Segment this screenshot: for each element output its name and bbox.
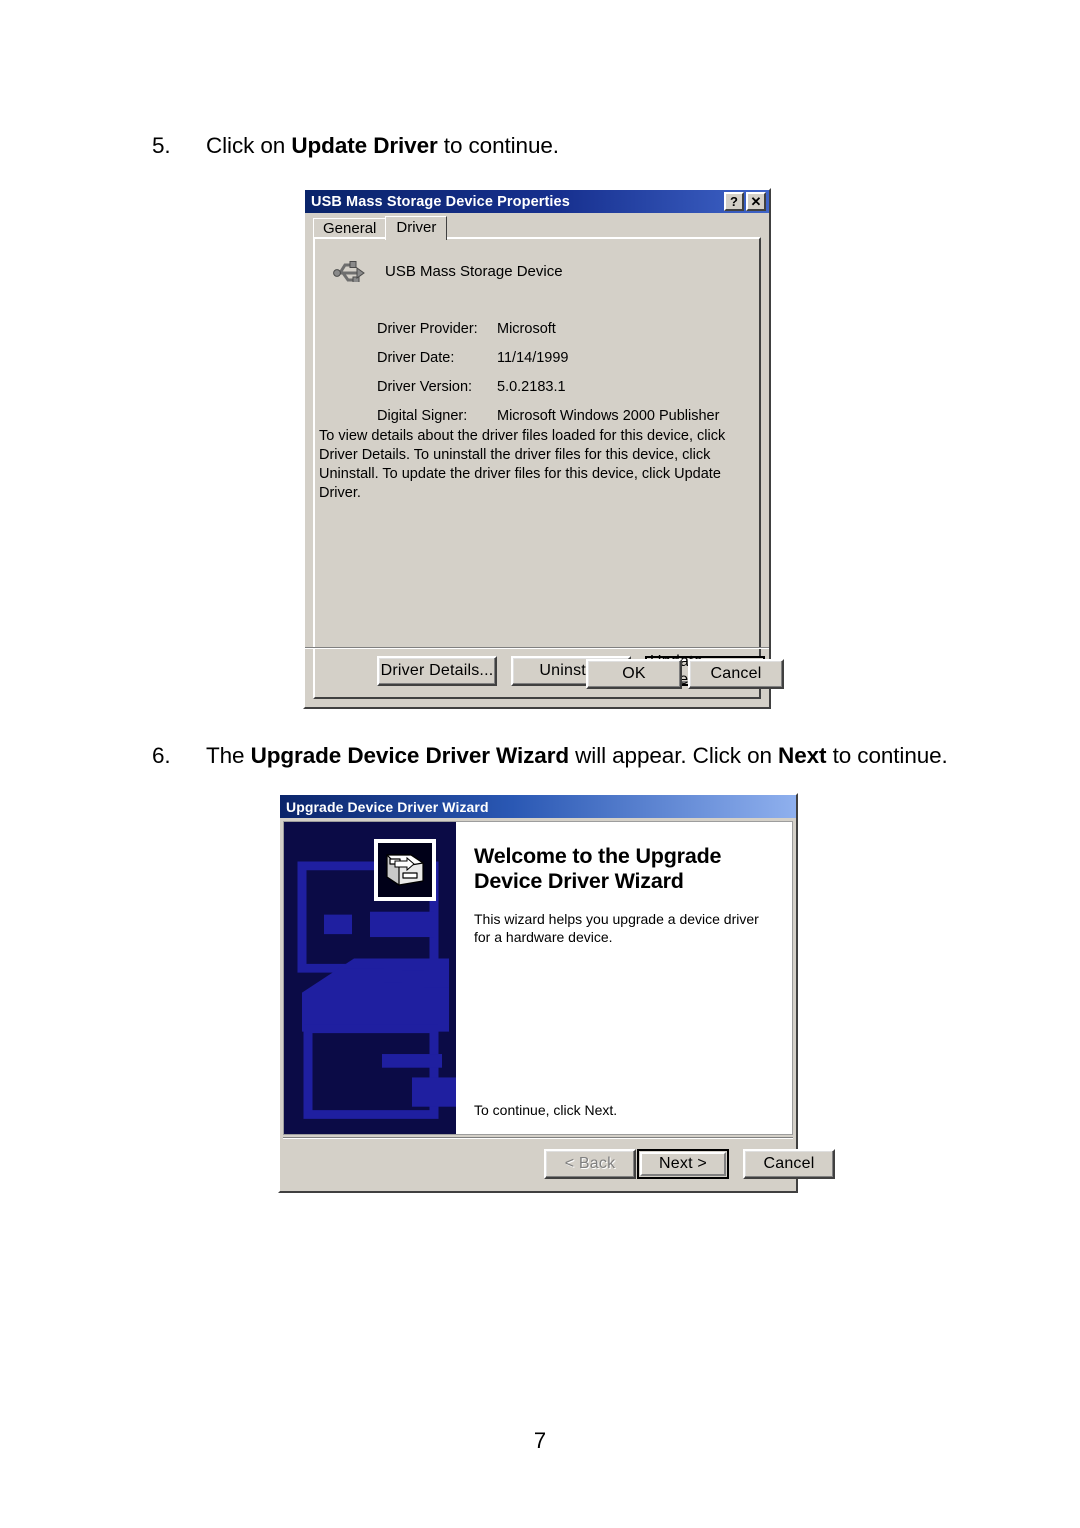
property-key: Driver Date: — [377, 350, 455, 366]
wizard-banner — [284, 822, 456, 1134]
tab-driver[interactable]: Driver — [385, 216, 448, 240]
wizard-title: Upgrade Device Driver Wizard — [286, 798, 489, 815]
properties-dialog-divider — [305, 647, 769, 649]
step-text-part: to continue. — [826, 743, 948, 768]
back-button-label: < Back — [564, 1155, 616, 1172]
step-number: 6. — [152, 743, 171, 768]
step-text-part: will appear. Click on — [569, 743, 779, 768]
instruction-step-6: 6. The Upgrade Device Driver Wizard will… — [152, 743, 948, 769]
properties-dialog-titlebar[interactable]: USB Mass Storage Device Properties ? ✕ — [305, 190, 769, 213]
step-text-part: to continue. — [437, 133, 559, 158]
close-icon[interactable]: ✕ — [746, 192, 766, 211]
step-text-emphasis: Update Driver — [291, 133, 438, 158]
wizard-footnote: To continue, click Next. — [474, 1102, 618, 1118]
instruction-step-5: 5. Click on Update Driver to continue. — [152, 133, 559, 159]
upgrade-device-driver-wizard-dialog[interactable]: Upgrade Device Driver Wizard Welcome to … — [278, 793, 835, 1193]
tab-general[interactable]: General — [313, 218, 387, 238]
step-text-part: Click on — [206, 133, 292, 158]
step-number: 5. — [152, 133, 171, 158]
wizard-button-bar: < Back Next > Cancel — [283, 1135, 835, 1188]
wizard-button-bar-divider — [283, 1137, 793, 1139]
step-text-emphasis: Upgrade Device Driver Wizard — [250, 743, 569, 768]
back-button[interactable]: < Back — [544, 1149, 636, 1179]
property-value: 11/14/1999 — [497, 350, 569, 366]
driver-description-text: To view details about the driver files l… — [319, 428, 726, 501]
property-value: Microsoft — [497, 321, 556, 337]
ok-button[interactable]: OK — [586, 659, 682, 689]
next-button-inner: Next > — [640, 1152, 726, 1176]
device-driver-icon — [374, 839, 436, 901]
table-row: Driver Date: 11/14/1999 — [377, 350, 719, 379]
driver-details-button-label: Driver Details... — [380, 662, 494, 679]
next-button-label: Next > — [659, 1155, 707, 1172]
property-key: Driver Version: — [377, 379, 473, 395]
ok-button-label: OK — [622, 665, 646, 682]
driver-details-button[interactable]: Driver Details... — [377, 656, 497, 686]
driver-properties-table: Driver Provider: Microsoft Driver Date: … — [377, 321, 719, 437]
wizard-body-text: This wizard helps you upgrade a device d… — [474, 911, 759, 945]
property-key: Driver Provider: — [377, 321, 478, 337]
usb-icon — [331, 256, 365, 287]
wizard-titlebar[interactable]: Upgrade Device Driver Wizard — [280, 795, 796, 818]
cancel-button[interactable]: Cancel — [688, 659, 784, 689]
property-value: 5.0.2183.1 — [497, 379, 566, 395]
properties-dialog-title: USB Mass Storage Device Properties — [311, 193, 570, 210]
wizard-heading: Welcome to the Upgrade Device Driver Wiz… — [474, 844, 722, 893]
step-text-part: The — [206, 743, 251, 768]
cancel-button-label: Cancel — [710, 665, 762, 682]
help-icon[interactable]: ? — [724, 192, 744, 211]
page-number: 7 — [533, 1428, 547, 1453]
step-text: Click on Update Driver to continue. — [206, 133, 559, 159]
properties-tabstrip[interactable]: General Driver — [313, 216, 448, 240]
wizard-body: Welcome to the Upgrade Device Driver Wiz… — [283, 821, 793, 1135]
table-row: Driver Version: 5.0.2183.1 — [377, 379, 719, 408]
step-text-emphasis: Next — [778, 743, 827, 768]
usb-mass-storage-device-properties-dialog[interactable]: USB Mass Storage Device Properties ? ✕ G… — [303, 188, 784, 709]
step-text: The Upgrade Device Driver Wizard will ap… — [206, 743, 948, 769]
next-button[interactable]: Next > — [637, 1149, 729, 1179]
device-name: USB Mass Storage Device — [385, 263, 563, 280]
wizard-cancel-button[interactable]: Cancel — [743, 1149, 835, 1179]
table-row: Driver Provider: Microsoft — [377, 321, 719, 350]
wizard-content: Welcome to the Upgrade Device Driver Wiz… — [456, 822, 792, 1134]
driver-tab-panel: USB Mass Storage Device Driver Provider:… — [313, 237, 765, 699]
device-header: USB Mass Storage Device — [331, 256, 563, 287]
wizard-cancel-button-label: Cancel — [763, 1155, 815, 1172]
